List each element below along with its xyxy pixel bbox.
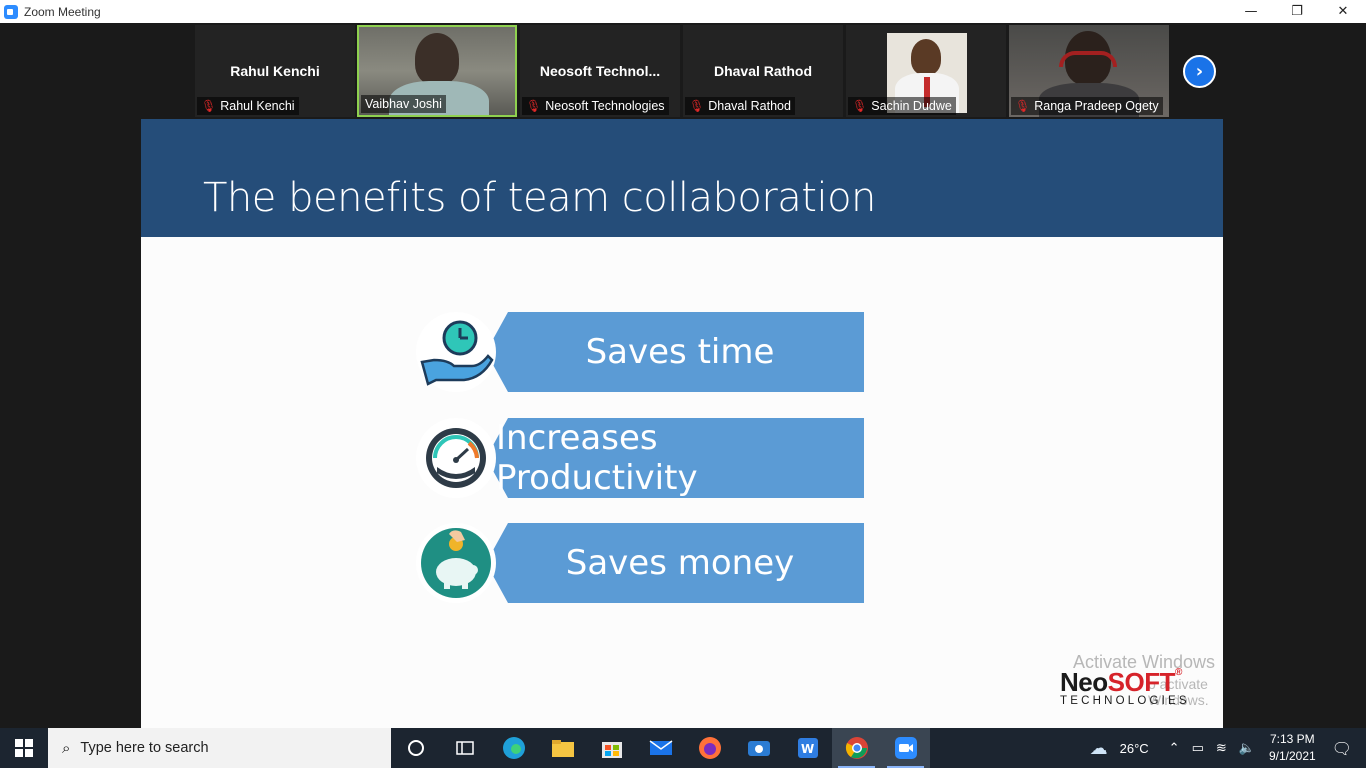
- window-titlebar: Zoom Meeting — ❐ ✕: [0, 0, 1366, 23]
- microsoft-store-icon[interactable]: [587, 728, 636, 768]
- benefit-label: Saves money: [565, 543, 795, 583]
- muted-mic-icon: 🎙: [689, 99, 705, 113]
- benefit-label: Saves time: [585, 332, 775, 372]
- participant-name-tag: 🎙 Dhaval Rathod: [685, 97, 795, 115]
- search-icon: ⌕: [62, 739, 71, 757]
- muted-mic-icon: 🎙: [1015, 99, 1031, 113]
- edge-browser-icon[interactable]: [489, 728, 538, 768]
- chevron-up-icon[interactable]: ⌃: [1169, 741, 1180, 756]
- zoom-taskbar-icon[interactable]: [881, 728, 930, 768]
- participant-tile-video[interactable]: 🎙 Sachin Dudwe: [846, 25, 1006, 117]
- battery-icon[interactable]: ▭: [1192, 741, 1204, 756]
- neosoft-logo: NeoSOFT® TECHNOLOGIES: [1060, 667, 1190, 707]
- benefit-label: Increases Productivity: [496, 418, 698, 498]
- participant-tile-video[interactable]: Vaibhav Joshi: [357, 25, 517, 117]
- benefit-item: Saves time: [416, 312, 864, 392]
- windows-taskbar: ⌕ Type here to search W ☁ 26°C ⌃ ▭ ≋ 🔈 7…: [0, 728, 1366, 768]
- cortana-icon[interactable]: [391, 728, 440, 768]
- productivity-gauge-icon: [416, 418, 496, 498]
- close-button[interactable]: ✕: [1320, 0, 1366, 23]
- slide-header: The benefits of team collaboration: [141, 119, 1223, 237]
- zoom-app-icon: [4, 4, 18, 19]
- mail-icon[interactable]: [636, 728, 685, 768]
- weather-cloud-icon[interactable]: ☁: [1090, 738, 1108, 759]
- headphones-icon: [1059, 51, 1117, 67]
- weather-temperature[interactable]: 26°C: [1120, 741, 1149, 756]
- participant-strip: Rahul Kenchi 🎙 Rahul Kenchi Vaibhav Joshi…: [0, 23, 1366, 119]
- taskbar-search-input[interactable]: ⌕ Type here to search: [48, 728, 391, 768]
- participant-name-tag: Vaibhav Joshi: [361, 95, 446, 113]
- participant-name-tag: 🎙 Ranga Pradeep Ogety: [1011, 97, 1163, 115]
- participant-tile[interactable]: Dhaval Rathod 🎙 Dhaval Rathod: [683, 25, 843, 117]
- participant-name-tag: 🎙 Rahul Kenchi: [197, 97, 299, 115]
- outlook-icon[interactable]: [734, 728, 783, 768]
- restore-button[interactable]: ❐: [1274, 0, 1320, 23]
- next-page-arrow-icon[interactable]: ›: [1183, 55, 1216, 88]
- taskbar-clock[interactable]: 7:13 PM 9/1/2021: [1269, 731, 1316, 765]
- clock-in-hand-icon: [416, 312, 496, 392]
- participant-tile-video[interactable]: 🎙 Ranga Pradeep Ogety: [1009, 25, 1169, 117]
- chrome-icon[interactable]: [832, 728, 881, 768]
- file-explorer-icon[interactable]: [538, 728, 587, 768]
- participant-name-tag: 🎙 Sachin Dudwe: [848, 97, 956, 115]
- svg-text:W: W: [801, 742, 814, 756]
- volume-icon[interactable]: 🔈: [1239, 741, 1255, 756]
- participant-big-name: Dhaval Rathod: [713, 63, 812, 79]
- shared-slide: The benefits of team collaboration Saves…: [141, 119, 1223, 728]
- benefit-item: Increases Productivity: [416, 418, 864, 498]
- system-tray: ☁ 26°C ⌃ ▭ ≋ 🔈 7:13 PM 9/1/2021 🗨: [1084, 728, 1366, 768]
- piggy-bank-icon: [416, 523, 496, 603]
- participant-tile[interactable]: Neosoft Technol... 🎙 Neosoft Technologies: [520, 25, 680, 117]
- task-view-icon[interactable]: [440, 728, 489, 768]
- participant-tile[interactable]: Rahul Kenchi 🎙 Rahul Kenchi: [195, 25, 355, 117]
- participant-big-name: Neosoft Technol...: [539, 63, 661, 79]
- muted-mic-icon: 🎙: [852, 99, 868, 113]
- windows-start-icon[interactable]: [0, 728, 48, 768]
- notifications-icon[interactable]: 🗨: [1332, 739, 1352, 758]
- wps-office-icon[interactable]: W: [783, 728, 832, 768]
- firefox-icon[interactable]: [685, 728, 734, 768]
- window-title: Zoom Meeting: [24, 4, 101, 19]
- minimize-button[interactable]: —: [1228, 0, 1274, 23]
- person-head: [415, 33, 459, 85]
- slide-title: The benefits of team collaboration: [203, 175, 876, 221]
- window-controls: — ❐ ✕: [1228, 0, 1366, 23]
- participant-name-tag: 🎙 Neosoft Technologies: [522, 97, 669, 115]
- muted-mic-icon: 🎙: [201, 99, 217, 113]
- muted-mic-icon: 🎙: [526, 99, 542, 113]
- participant-big-name: Rahul Kenchi: [230, 63, 320, 79]
- wifi-icon[interactable]: ≋: [1216, 741, 1227, 756]
- benefit-item: Saves money: [416, 523, 864, 603]
